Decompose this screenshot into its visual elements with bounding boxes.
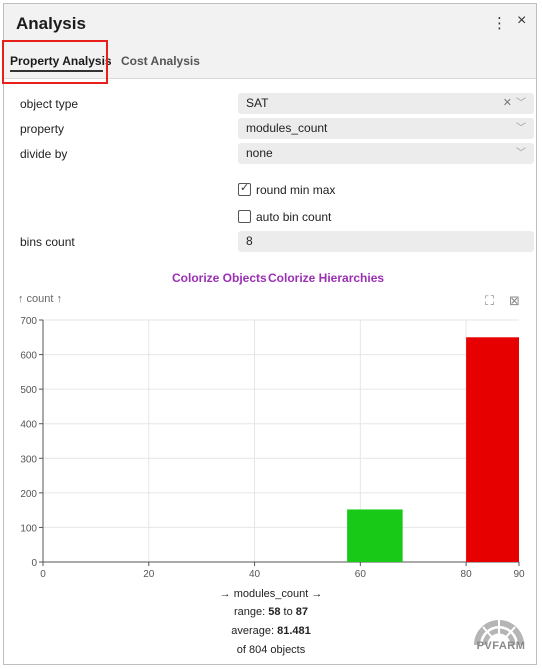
chart-ticks: 0 100 200 300 400 500 600 700 0 20 40 60 80 90 (20, 316, 525, 580)
x-tick-label: 80 (461, 569, 473, 580)
pvfarm-logo-text: PVFARM (476, 640, 526, 652)
chart-axes (42, 320, 519, 563)
average-value: 81.481 (277, 625, 311, 637)
chart-grid (43, 319, 519, 562)
chart-bars (347, 337, 519, 562)
y-tick-label: 100 (20, 523, 37, 534)
average-prefix: average: (231, 625, 278, 637)
objects-count-text: of 804 objects (236, 644, 306, 656)
average-text: average: 81.481 (0, 625, 542, 637)
range-max: 87 (295, 606, 309, 618)
x-tick-label: 90 (513, 569, 525, 580)
range-to: to (280, 606, 296, 618)
x-axis-label: → modules_count → (219, 588, 323, 600)
y-tick-label: 500 (20, 385, 37, 396)
y-tick-label: 400 (20, 420, 37, 431)
y-tick-label: 200 (20, 489, 37, 500)
y-tick-label: 300 (20, 454, 37, 465)
x-tick-label: 0 (40, 569, 46, 580)
x-tick-label: 60 (355, 569, 367, 580)
y-tick-label: 700 (20, 316, 37, 327)
y-tick-label: 0 (31, 558, 37, 569)
histogram-chart: 0 100 200 300 400 500 600 700 0 20 40 60 80 90 (20, 316, 525, 580)
range-prefix: range: (233, 606, 269, 618)
x-tick-label: 40 (249, 569, 261, 580)
range-min: 58 (268, 606, 281, 618)
x-tick-label: 20 (143, 569, 155, 580)
y-tick-label: 600 (20, 351, 37, 362)
histogram-bar-1 (347, 509, 403, 562)
range-text: range: 58 to 87 (0, 606, 542, 618)
histogram-bar-2 (466, 337, 519, 562)
